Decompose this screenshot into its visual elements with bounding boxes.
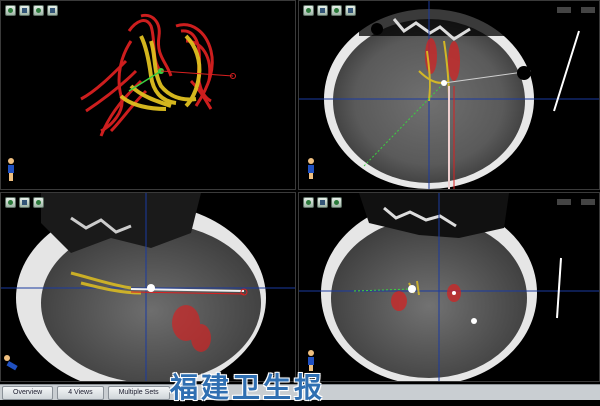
viewport-toolbar bbox=[5, 5, 58, 16]
zoom-icon[interactable] bbox=[5, 197, 16, 208]
viewport-toolbar bbox=[5, 197, 44, 208]
ruler-tick-label: 0 bbox=[587, 367, 590, 373]
ruler-tick-label: 50 bbox=[587, 119, 593, 125]
settings-icon[interactable] bbox=[345, 5, 356, 16]
ruler-tick-label: 100 bbox=[587, 247, 597, 253]
settings-icon[interactable] bbox=[47, 5, 58, 16]
multiple-sets-button[interactable]: Multiple Sets bbox=[107, 385, 170, 400]
ruler-tick-label: 0 bbox=[587, 179, 590, 185]
orientation-figure bbox=[4, 355, 18, 371]
zoom-icon[interactable] bbox=[303, 197, 314, 208]
viewport-axial-top[interactable]: 100 50 0 bbox=[298, 0, 600, 190]
ct-slice-oblique: 100 50 0 bbox=[1, 193, 295, 381]
viewport-toolbar bbox=[303, 197, 342, 208]
ct-slice-axial-2: 100 50 0 bbox=[299, 193, 599, 381]
window-tabs bbox=[557, 199, 595, 205]
orientation-figure bbox=[8, 158, 14, 181]
ruler-tick-label: 50 bbox=[283, 307, 289, 313]
ruler-tick-label: 100 bbox=[283, 247, 293, 253]
fiber-bundle-red bbox=[80, 13, 214, 137]
zoom-icon[interactable] bbox=[5, 5, 16, 16]
pan-icon[interactable] bbox=[317, 197, 328, 208]
rotate-icon[interactable] bbox=[33, 197, 44, 208]
ct-slice-axial-1: 100 50 0 bbox=[299, 1, 599, 189]
overview-button[interactable]: Overview bbox=[2, 385, 54, 400]
viewport-3d[interactable] bbox=[0, 0, 296, 190]
rotate-icon[interactable] bbox=[33, 5, 44, 16]
tractography-render bbox=[8, 13, 236, 181]
rotate-icon[interactable] bbox=[331, 197, 342, 208]
watermark-logo: 福建卫生报 bbox=[170, 371, 326, 404]
four-views-button[interactable]: 4 Views bbox=[57, 385, 104, 400]
window-tabs bbox=[557, 7, 595, 13]
viewport-axial-bottom[interactable]: 100 50 0 bbox=[298, 192, 600, 382]
orientation-figure bbox=[308, 158, 314, 179]
pan-icon[interactable] bbox=[19, 197, 30, 208]
zoom-icon[interactable] bbox=[303, 5, 314, 16]
viewport-toolbar bbox=[303, 5, 356, 16]
ruler-tick-label: 100 bbox=[587, 59, 597, 65]
rotate-icon[interactable] bbox=[331, 5, 342, 16]
viewport-oblique[interactable]: 100 50 0 bbox=[0, 192, 296, 382]
app-frame: 100 50 0 100 50 0 100 50 0 Overview 4 Vi… bbox=[0, 0, 600, 404]
pan-icon[interactable] bbox=[317, 5, 328, 16]
pan-icon[interactable] bbox=[19, 5, 30, 16]
ruler-tick-label: 50 bbox=[587, 307, 593, 313]
